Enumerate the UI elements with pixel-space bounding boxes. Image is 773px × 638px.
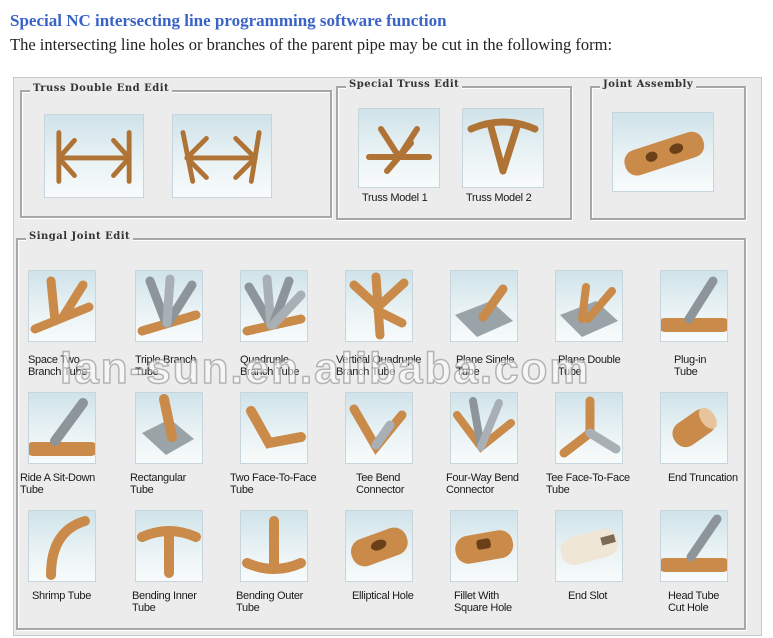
joint-thumb-elliptical-hole[interactable]: [345, 510, 413, 582]
joint-label-vertical-quadruple: Vertical Quadruple Branch Tube: [336, 354, 422, 378]
special-truss-group: Special Truss Edit Truss Model 1 Truss M…: [336, 79, 572, 220]
software-screenshot-panel: Truss Double End Edit Special Truss Edit: [13, 77, 762, 636]
joint-thumb-rectangular[interactable]: [135, 392, 203, 464]
truss-double-thumb-2[interactable]: [172, 114, 272, 198]
joint-label-end-slot: End Slot: [568, 590, 608, 602]
joint-thumb-ride-sit-down[interactable]: [28, 392, 96, 464]
group-title: Singal Joint Edit: [26, 231, 134, 242]
joint-label-tee-bend: Tee Bend Connector: [356, 472, 405, 496]
joint-thumb-tee-bend[interactable]: [345, 392, 413, 464]
joint-thumb-vertical-quadruple[interactable]: [345, 270, 413, 342]
joint-label-bending-inner: Bending Inner Tube: [132, 590, 197, 614]
joint-label-head-tube-cut-hole: Head Tube Cut Hole: [668, 590, 720, 614]
truss-model-1-thumb[interactable]: [358, 108, 440, 188]
joint-label-plane-double: Plane Double Tube: [558, 354, 621, 378]
joint-label-shrimp-tube: Shrimp Tube: [32, 590, 92, 602]
joint-thumb-end-truncation[interactable]: [660, 392, 728, 464]
joint-thumb-shrimp-tube[interactable]: [28, 510, 96, 582]
joint-assembly-group: Joint Assembly: [590, 79, 746, 220]
truss-double-end-group: Truss Double End Edit: [20, 83, 332, 218]
joint-label-quadruple-branch: Quadruple Branch Tube: [240, 354, 300, 378]
group-title: Special Truss Edit: [346, 79, 463, 90]
joint-thumb-triple-branch[interactable]: [135, 270, 203, 342]
joint-thumb-bending-inner[interactable]: [135, 510, 203, 582]
page-title: Special NC intersecting line programming…: [10, 11, 447, 30]
joint-thumb-tee-face-to-face[interactable]: [555, 392, 623, 464]
joint-label-triple-branch: Triple Branch Tube: [135, 354, 197, 378]
truss-model-2-thumb[interactable]: [462, 108, 544, 188]
joint-thumb-two-face-to-face[interactable]: [240, 392, 308, 464]
truss-model-1-label: Truss Model 1: [362, 192, 428, 204]
joint-label-plug-in: Plug-in Tube: [674, 354, 707, 378]
joint-label-bending-outer: Bending Outer Tube: [236, 590, 304, 614]
group-title: Truss Double End Edit: [30, 83, 173, 94]
joint-label-elliptical-hole: Elliptical Hole: [352, 590, 414, 602]
joint-thumb-space-two-branch[interactable]: [28, 270, 96, 342]
joint-thumb-bending-outer[interactable]: [240, 510, 308, 582]
single-joint-group: Singal Joint Edit Space Two Branch Tube T…: [16, 231, 746, 630]
joint-label-rectangular: Rectangular Tube: [130, 472, 187, 496]
joint-label-two-face-to-face: Two Face-To-Face Tube: [230, 472, 317, 496]
truss-model-2-label: Truss Model 2: [466, 192, 532, 204]
group-title: Joint Assembly: [600, 79, 697, 90]
joint-thumb-end-slot[interactable]: [555, 510, 623, 582]
joint-thumb-plane-single[interactable]: [450, 270, 518, 342]
joint-label-ride-sit-down: Ride A Sit-Down Tube: [20, 472, 95, 496]
joint-label-end-truncation: End Truncation: [668, 472, 738, 484]
joint-label-tee-face-to-face: Tee Face-To-Face Tube: [546, 472, 630, 496]
joint-thumb-quadruple-branch[interactable]: [240, 270, 308, 342]
joint-label-four-way-bend: Four-Way Bend Connector: [446, 472, 519, 496]
page-subtitle: The intersecting line holes or branches …: [10, 35, 613, 54]
joint-thumb-four-way-bend[interactable]: [450, 392, 518, 464]
joint-thumb-plug-in[interactable]: [660, 270, 728, 342]
joint-thumb-head-tube-cut-hole[interactable]: [660, 510, 728, 582]
joint-label-plane-single: Plane Single Tube: [456, 354, 515, 378]
joint-label-space-two-branch: Space Two Branch Tube: [28, 354, 88, 378]
joint-thumb-fillet-square-hole[interactable]: [450, 510, 518, 582]
joint-label-fillet-square-hole: Fillet With Square Hole: [454, 590, 512, 614]
joint-assembly-thumb[interactable]: [612, 112, 714, 192]
joint-thumb-plane-double[interactable]: [555, 270, 623, 342]
truss-double-thumb-1[interactable]: [44, 114, 144, 198]
